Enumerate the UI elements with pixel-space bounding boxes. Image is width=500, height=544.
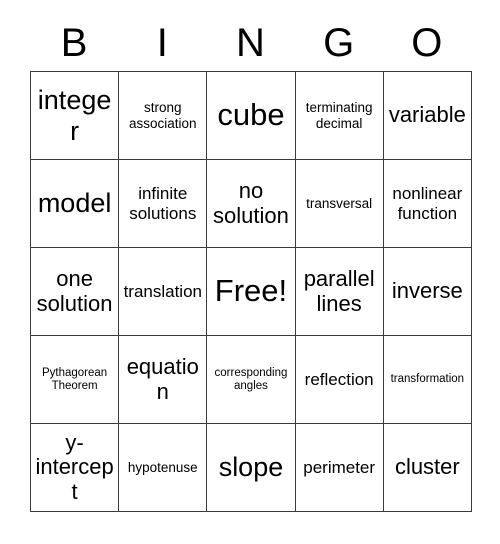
bingo-header-letter-b: B [60, 20, 88, 65]
bingo-cell-o1[interactable]: variable [383, 72, 472, 160]
bingo-cell-o3[interactable]: inverse [383, 248, 472, 336]
bingo-cell-i4[interactable]: equation [119, 336, 208, 424]
bingo-row-3: one solution translation Free! parallel … [31, 248, 472, 336]
bingo-cell-n5[interactable]: slope [207, 424, 296, 512]
bingo-cell-label: corresponding angles [214, 366, 288, 392]
bingo-header-letter-g: G [323, 20, 355, 65]
bingo-cell-label: parallel lines [303, 265, 375, 316]
bingo-cell-label: no solution [213, 177, 289, 228]
bingo-header-letter-n: N [236, 20, 265, 65]
bingo-row-2: model infinite solutions no solution tra… [31, 160, 472, 248]
bingo-cell-label: inverse [391, 278, 463, 304]
bingo-cell-label: integer [37, 85, 112, 146]
bingo-cell-i5[interactable]: hypotenuse [119, 424, 208, 512]
bingo-cell-label: transversal [306, 195, 373, 211]
bingo-cell-label: terminating decimal [305, 100, 373, 131]
bingo-cell-n1[interactable]: cube [207, 72, 296, 160]
bingo-cell-label: equation [126, 353, 199, 404]
bingo-cell-label: y-intercept [35, 429, 114, 504]
bingo-cell-i3[interactable]: translation [119, 248, 208, 336]
bingo-header-letter-i: I [156, 20, 168, 65]
bingo-cell-o4[interactable]: transformation [383, 336, 472, 424]
bingo-cell-label: hypotenuse [127, 459, 198, 475]
bingo-cell-b3[interactable]: one solution [31, 248, 120, 336]
bingo-cell-o5[interactable]: cluster [383, 424, 472, 512]
bingo-cell-i2[interactable]: infinite solutions [119, 160, 208, 248]
bingo-cell-label: strong association [129, 100, 197, 131]
bingo-cell-label: slope [218, 452, 284, 483]
bingo-row-5: y-intercept hypotenuse slope perimeter c… [31, 424, 472, 512]
bingo-cell-b5[interactable]: y-intercept [31, 424, 120, 512]
bingo-cell-label: infinite solutions [129, 184, 197, 223]
bingo-card: B I N G O integer strong association cub… [30, 14, 472, 512]
bingo-cell-label: model [37, 188, 112, 219]
bingo-cell-label: perimeter [303, 457, 376, 477]
bingo-cell-o2[interactable]: nonlinear function [383, 160, 472, 248]
bingo-cell-label: translation [123, 281, 202, 301]
bingo-cell-n4[interactable]: corresponding angles [207, 336, 296, 424]
bingo-cell-free-space[interactable]: Free! [207, 248, 296, 336]
bingo-cell-label: variable [388, 102, 466, 128]
bingo-cell-label: transformation [390, 373, 465, 386]
bingo-cell-label: cluster [394, 454, 460, 480]
bingo-header-letter-o: O [411, 20, 443, 65]
bingo-cell-g3[interactable]: parallel lines [295, 248, 384, 336]
bingo-cell-label: one solution [36, 265, 113, 316]
bingo-cell-label: Pythagorean Theorem [41, 366, 108, 392]
bingo-cell-g4[interactable]: reflection [295, 336, 384, 424]
bingo-cell-n2[interactable]: no solution [207, 160, 296, 248]
bingo-cell-g1[interactable]: terminating decimal [295, 72, 384, 160]
bingo-cell-b2[interactable]: model [31, 160, 120, 248]
bingo-free-label: Free! [214, 273, 288, 309]
bingo-cell-b4[interactable]: Pythagorean Theorem [31, 336, 120, 424]
bingo-cell-i1[interactable]: strong association [119, 72, 208, 160]
bingo-cell-label: nonlinear function [392, 184, 463, 223]
bingo-cell-g5[interactable]: perimeter [295, 424, 384, 512]
bingo-grid: integer strong association cube terminat… [30, 71, 472, 512]
bingo-cell-label: reflection [304, 369, 374, 389]
bingo-header: B I N G O [30, 14, 471, 71]
bingo-cell-label: cube [217, 97, 285, 133]
bingo-row-4: Pythagorean Theorem equation correspondi… [31, 336, 472, 424]
bingo-row-1: integer strong association cube terminat… [31, 72, 472, 160]
bingo-cell-b1[interactable]: integer [31, 72, 120, 160]
bingo-cell-g2[interactable]: transversal [295, 160, 384, 248]
